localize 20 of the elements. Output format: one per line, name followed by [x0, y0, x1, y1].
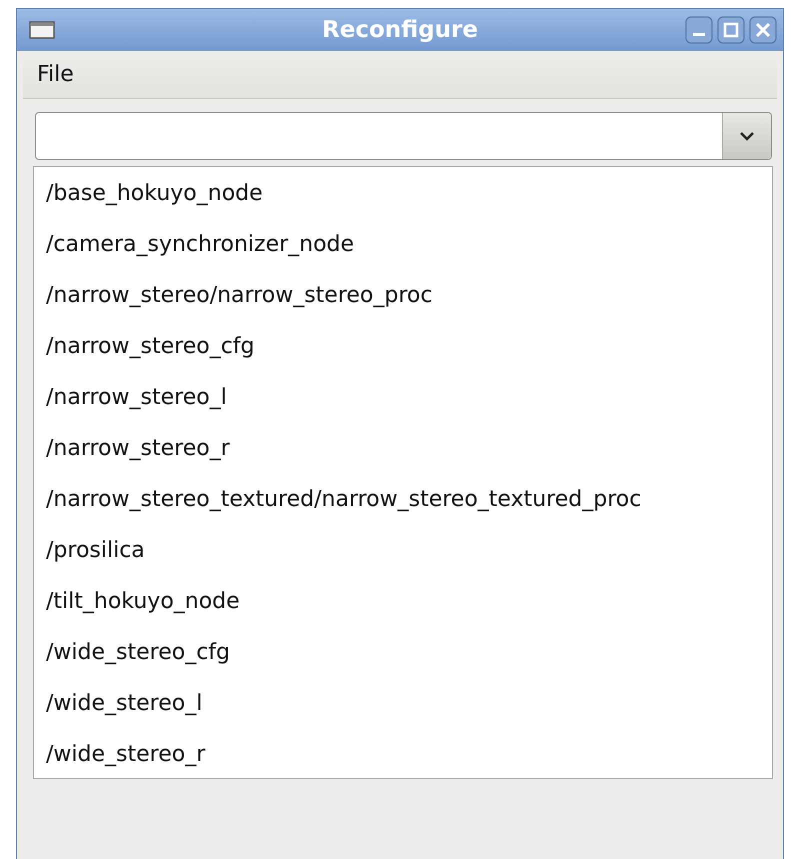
- list-item[interactable]: /narrow_stereo/narrow_stereo_proc: [46, 283, 432, 308]
- list-item[interactable]: /tilt_hokuyo_node: [46, 589, 240, 614]
- list-item[interactable]: /wide_stereo_r: [46, 742, 206, 767]
- menu-item[interactable]: File: [23, 62, 88, 87]
- window-icon: [29, 21, 55, 39]
- list-item[interactable]: /narrow_stereo_r: [46, 436, 230, 461]
- list-item[interactable]: /prosilica: [46, 538, 145, 563]
- list-item[interactable]: /base_hokuyo_node: [46, 181, 263, 206]
- maximize-icon[interactable]: [717, 16, 745, 44]
- minimize-icon[interactable]: [685, 16, 713, 44]
- list-item[interactable]: /narrow_stereo_cfg: [46, 334, 254, 359]
- node-combo-box[interactable]: [35, 112, 772, 160]
- list-item[interactable]: /narrow_stereo_l: [46, 385, 227, 410]
- list-item[interactable]: /narrow_stereo_textured/narrow_stereo_textured_proc: [46, 487, 642, 512]
- list-item[interactable]: /camera_synchronizer_node: [46, 232, 354, 257]
- list-item[interactable]: /wide_stereo_l: [46, 691, 202, 716]
- list-item[interactable]: /wide_stereo_cfg: [46, 640, 230, 665]
- close-icon[interactable]: [749, 16, 777, 44]
- chevron-down-icon[interactable]: [739, 131, 755, 141]
- window-title: Reconfigure: [322, 17, 478, 43]
